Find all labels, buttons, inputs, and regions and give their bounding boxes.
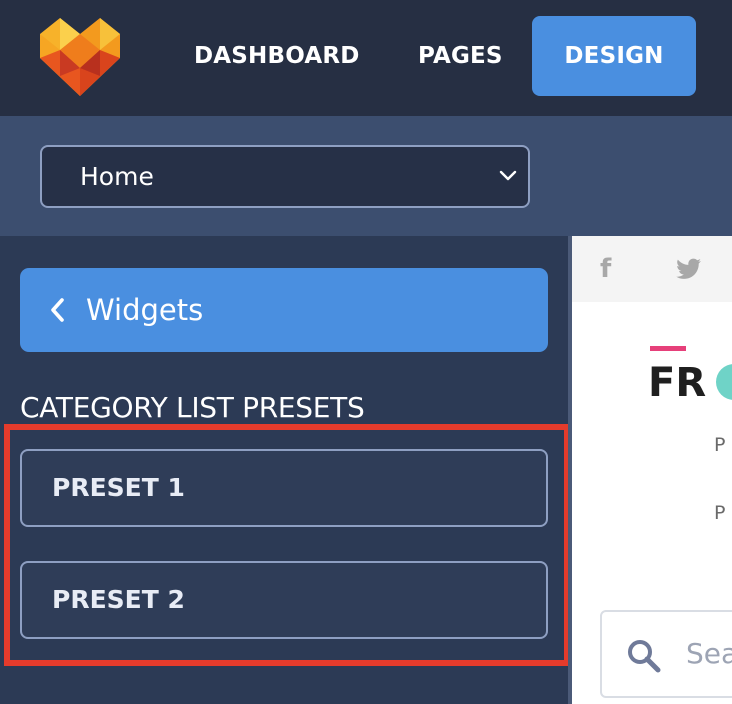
- search-placeholder: Sea: [686, 637, 732, 670]
- preset-label: PRESET 2: [52, 585, 185, 614]
- top-navigation: DASHBOARD PAGES DESIGN: [0, 0, 732, 116]
- sidebar-panel: Widgets CATEGORY LIST PRESETS PRESET 1 P…: [0, 236, 570, 704]
- brand-logo[interactable]: FR: [648, 346, 732, 406]
- page-selector-bar: Home: [0, 116, 732, 236]
- preset-label: PRESET 1: [52, 473, 185, 502]
- nav-dashboard[interactable]: DASHBOARD: [194, 16, 360, 96]
- nav-pages[interactable]: PAGES: [418, 16, 503, 96]
- section-title: CATEGORY LIST PRESETS: [20, 391, 365, 424]
- back-to-widgets-button[interactable]: Widgets: [20, 268, 548, 352]
- chevron-left-icon: [51, 298, 64, 322]
- search-icon: [628, 640, 661, 673]
- preview-search-input[interactable]: Sea: [600, 610, 732, 698]
- social-bar: f: [572, 236, 732, 302]
- site-preview: f FR P P Sea: [572, 236, 732, 704]
- back-button-label: Widgets: [86, 293, 204, 327]
- preview-text-2: P: [714, 502, 726, 524]
- preset-2-button[interactable]: PRESET 2: [20, 561, 548, 639]
- preview-text-1: P: [714, 434, 726, 456]
- app-logo[interactable]: [40, 18, 120, 96]
- page-select-value: Home: [80, 162, 154, 191]
- chevron-down-icon: [499, 170, 517, 181]
- page-select-dropdown[interactable]: Home: [40, 145, 530, 208]
- facebook-icon[interactable]: f: [600, 256, 611, 282]
- preset-1-button[interactable]: PRESET 1: [20, 449, 548, 527]
- nav-design[interactable]: DESIGN: [532, 16, 696, 96]
- brand-text: FR: [648, 360, 706, 406]
- twitter-icon[interactable]: [676, 258, 702, 280]
